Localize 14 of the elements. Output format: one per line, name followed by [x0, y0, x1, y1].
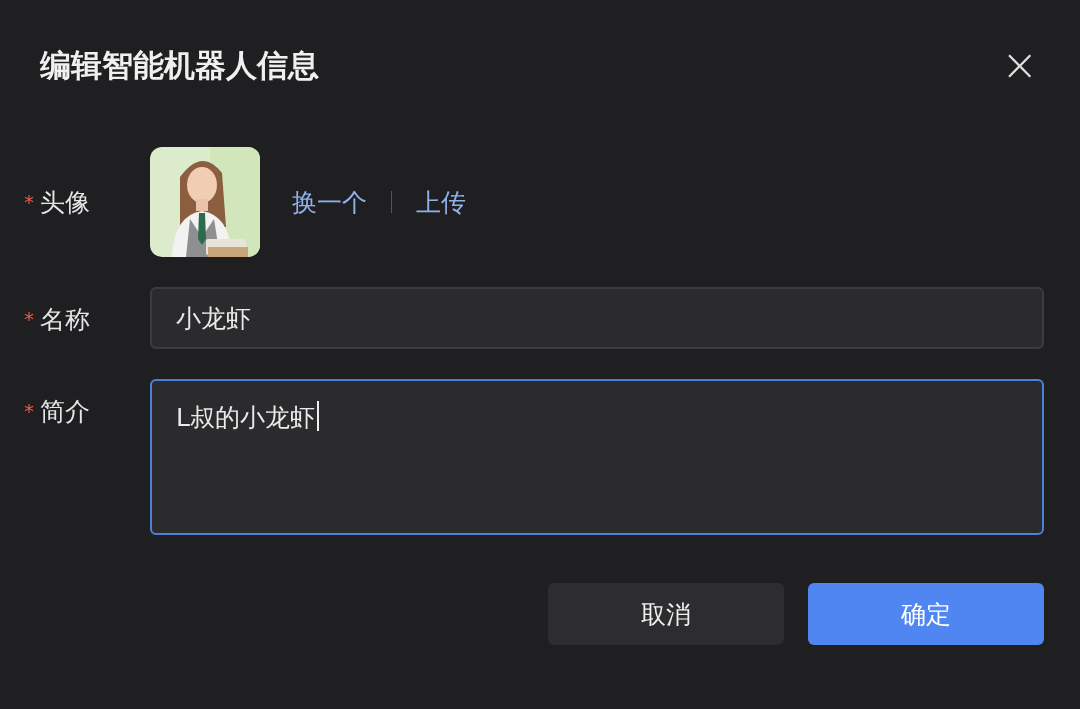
required-mark: *: [24, 190, 35, 214]
intro-field[interactable]: L叔的小龙虾: [150, 379, 1044, 535]
close-button[interactable]: ×: [995, 43, 1044, 87]
text-cursor: [316, 401, 319, 431]
field-label: 简介: [40, 395, 90, 428]
required-mark: *: [24, 307, 35, 331]
avatar-link[interactable]: 换一个: [292, 185, 367, 219]
dialog-title: 编辑智能机器人信息: [40, 46, 319, 85]
field-label: 头像: [40, 186, 90, 219]
cancel-button[interactable]: 取消: [548, 583, 784, 645]
name-field[interactable]: 小龙虾: [150, 287, 1044, 349]
field-label: 名称: [40, 303, 90, 336]
avatar-link[interactable]: 上传: [416, 185, 466, 219]
required-mark: *: [24, 399, 35, 423]
